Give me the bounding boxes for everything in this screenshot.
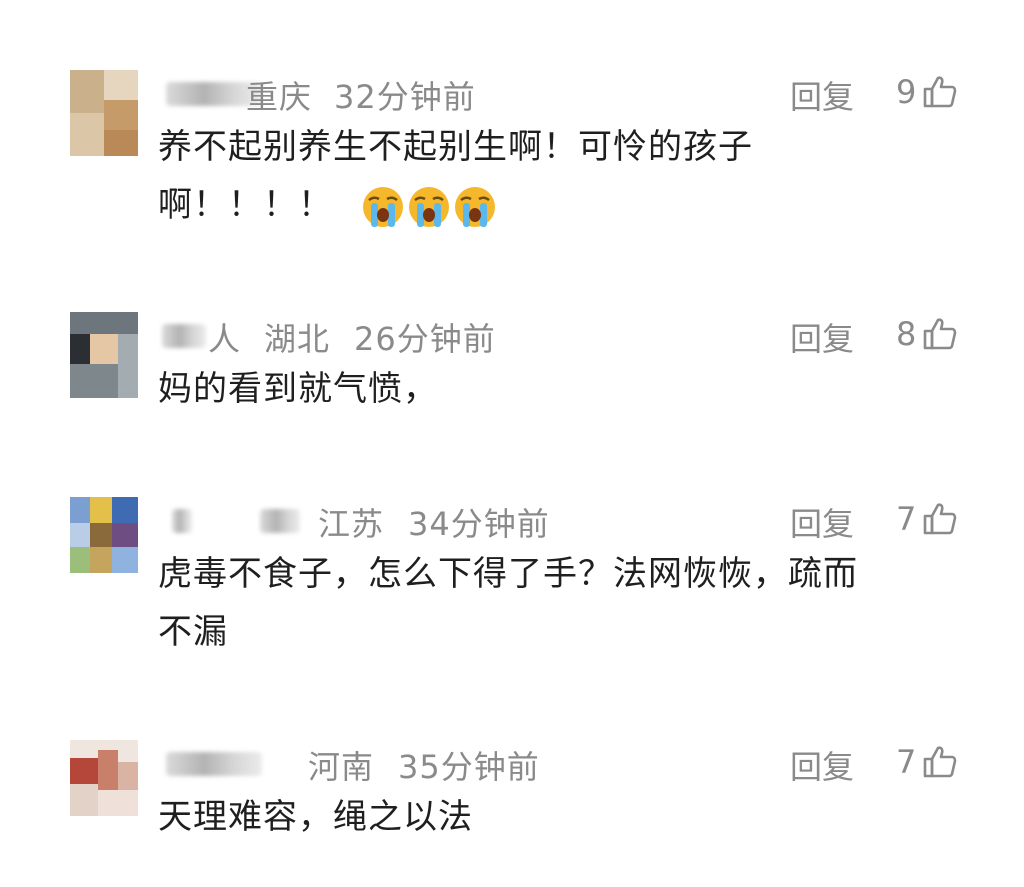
comment-region: 江苏 <box>318 505 385 543</box>
thumbs-up-icon <box>922 501 958 537</box>
comment-text: 养不起别养生不起别生啊！可怜的孩子 啊！！！！ <box>158 118 753 234</box>
username-visible: 人 <box>208 320 242 358</box>
like-count: 7 <box>896 500 917 538</box>
comment-meta: 江苏 34分钟前 回复 7 <box>158 497 978 543</box>
loudly-crying-face-icon <box>361 185 405 229</box>
avatar[interactable] <box>70 497 138 583</box>
like-button[interactable]: 8 <box>896 312 958 356</box>
comment-text: 妈的看到就气愤， <box>158 360 438 418</box>
comment-item: 重庆 32分钟前 回复 9 养不起别养生不起别生啊！可怜的孩子 啊！！！！ <box>0 70 1024 240</box>
loudly-crying-face-icon <box>453 185 497 229</box>
reply-button[interactable]: 回复 <box>790 72 854 118</box>
comment-meta: 人 湖北 26分钟前 回复 8 <box>158 312 978 358</box>
like-button[interactable]: 7 <box>896 497 958 541</box>
username-visible: 重庆 <box>246 78 313 116</box>
comment-time: 34分钟前 <box>408 505 550 543</box>
comment-text-line: 妈的看到就气愤， <box>158 369 438 409</box>
like-count: 9 <box>896 73 917 111</box>
reply-button[interactable]: 回复 <box>790 742 854 788</box>
reply-button[interactable]: 回复 <box>790 499 854 545</box>
username-blurred[interactable] <box>260 509 300 533</box>
comment-region: 河南 <box>308 748 375 786</box>
comment-text-line: 养不起别养生不起别生啊！可怜的孩子 <box>158 127 753 167</box>
emoji-group <box>361 185 497 229</box>
like-count: 7 <box>896 743 917 781</box>
comment-time: 32分钟前 <box>334 78 476 116</box>
comment-region: 湖北 <box>264 320 331 358</box>
comment-text: 天理难容，绳之以法 <box>158 788 473 846</box>
comment-time: 35分钟前 <box>398 748 540 786</box>
thumbs-up-icon <box>922 74 958 110</box>
comment-text-line: 虎毒不食子，怎么下得了手？法网恢恢，疏而 <box>158 554 858 594</box>
comment-time: 26分钟前 <box>354 320 496 358</box>
comment-meta: 河南 35分钟前 回复 7 <box>158 740 978 786</box>
comment-item: 河南 35分钟前 回复 7 天理难容，绳之以法 <box>0 740 1024 850</box>
comment-item: 江苏 34分钟前 回复 7 虎毒不食子，怎么下得了手？法网恢恢，疏而 不漏 <box>0 497 1024 667</box>
avatar[interactable] <box>70 740 138 826</box>
comment-text-line: 天理难容，绳之以法 <box>158 797 473 837</box>
comment-text: 虎毒不食子，怎么下得了手？法网恢恢，疏而 不漏 <box>158 545 858 661</box>
comment-text-line: 啊！！！！ <box>158 176 753 234</box>
like-count: 8 <box>896 315 917 353</box>
username-blurred[interactable] <box>172 509 192 533</box>
comment-text-line: 不漏 <box>158 612 228 652</box>
username-blurred[interactable] <box>162 324 206 348</box>
loudly-crying-face-icon <box>407 185 451 229</box>
comment-meta: 重庆 32分钟前 回复 9 <box>158 70 978 116</box>
like-button[interactable]: 9 <box>896 70 958 114</box>
like-button[interactable]: 7 <box>896 740 958 784</box>
avatar[interactable] <box>70 70 138 156</box>
comment-text-fragment: 啊！！！！ <box>158 185 333 225</box>
reply-button[interactable]: 回复 <box>790 314 854 360</box>
thumbs-up-icon <box>922 744 958 780</box>
username-blurred[interactable] <box>166 752 262 776</box>
comment-item: 人 湖北 26分钟前 回复 8 妈的看到就气愤， <box>0 312 1024 422</box>
avatar[interactable] <box>70 312 138 398</box>
thumbs-up-icon <box>922 316 958 352</box>
